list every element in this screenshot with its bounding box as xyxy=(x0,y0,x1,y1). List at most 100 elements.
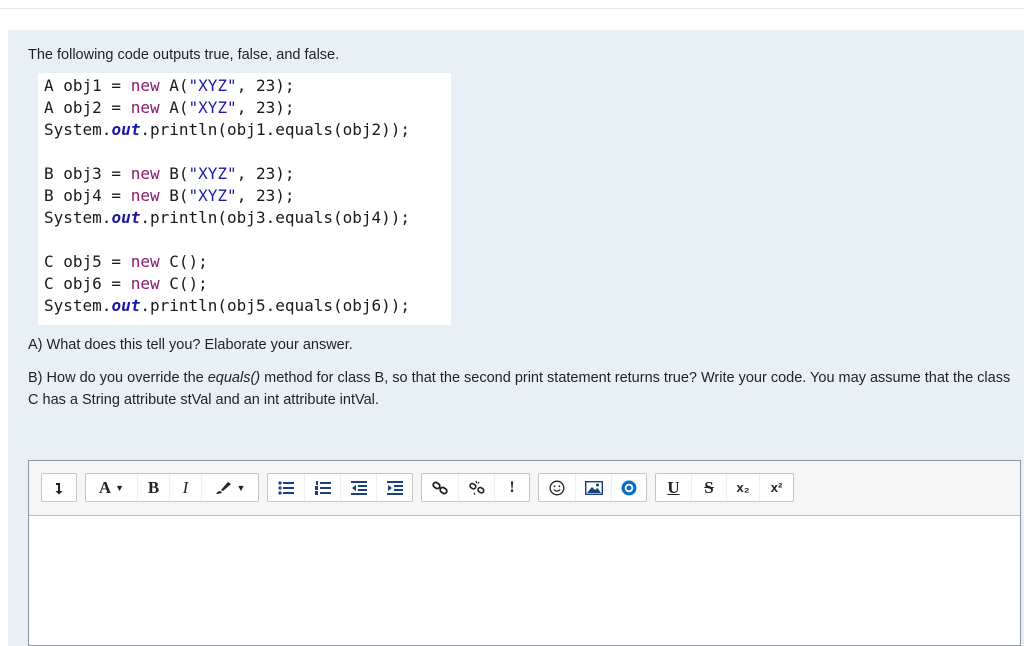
part-b-method: equals() xyxy=(207,370,261,386)
unlink-button[interactable] xyxy=(458,474,494,501)
question-intro: The following code outputs true, false, … xyxy=(28,47,340,63)
code-line: System.out.println(obj1.equals(obj2)); xyxy=(44,119,451,141)
underline-button[interactable]: U xyxy=(656,474,691,501)
bulleted-list-icon xyxy=(278,480,294,495)
code-token: out xyxy=(111,208,141,227)
code-token: C(); xyxy=(159,274,208,293)
code-token: A( xyxy=(159,98,189,117)
code-line: System.out.println(obj5.equals(obj6)); xyxy=(44,295,451,317)
subscript-button[interactable]: x₂ xyxy=(726,474,759,501)
bold-button[interactable]: B xyxy=(137,474,169,501)
no-autolink-button[interactable]: ! xyxy=(494,474,529,501)
editor-toolbar: A ▼ B I ▼ ! U S x₂ x² xyxy=(29,461,1020,516)
superscript-button[interactable]: x² xyxy=(759,474,793,501)
strikethrough-button[interactable]: S xyxy=(691,474,726,501)
superscript-label: x² xyxy=(770,480,783,495)
italic-button[interactable]: I xyxy=(169,474,201,501)
text-color-button[interactable]: A ▼ xyxy=(86,474,137,501)
code-token: , 23); xyxy=(236,98,295,117)
toolbar-group-links: ! xyxy=(421,473,530,502)
code-token: "XYZ" xyxy=(188,98,237,117)
answer-editor: A ▼ B I ▼ ! U S x₂ x² xyxy=(28,460,1021,646)
code-token: A( xyxy=(159,76,189,95)
code-token: , 23); xyxy=(236,76,295,95)
code-token: new xyxy=(130,274,160,293)
question-part-a: A) What does this tell you? Elaborate yo… xyxy=(28,337,353,353)
code-token: System. xyxy=(44,296,112,315)
code-token: System. xyxy=(44,208,112,227)
unordered-list-button[interactable] xyxy=(268,474,304,501)
brush-icon xyxy=(215,481,231,494)
code-line: System.out.println(obj3.equals(obj4)); xyxy=(44,207,451,229)
code-token: , 23); xyxy=(236,186,295,205)
code-token: "XYZ" xyxy=(188,164,237,183)
subscript-label: x₂ xyxy=(736,480,750,495)
code-token: C obj5 = xyxy=(44,252,131,271)
code-token: .println(obj1.equals(obj2)); xyxy=(140,120,411,139)
answer-text-area[interactable] xyxy=(29,516,1020,645)
media-icon xyxy=(621,480,637,495)
code-snippet: A obj1 = new A("XYZ", 23); A obj2 = new A… xyxy=(38,73,451,325)
code-token: B( xyxy=(159,186,189,205)
code-token: A obj2 = xyxy=(44,98,131,117)
toolbar-group-format: A ▼ B I ▼ xyxy=(85,473,259,502)
italic-label: I xyxy=(182,477,189,497)
code-token: A obj1 = xyxy=(44,76,131,95)
bold-label: B xyxy=(147,477,160,497)
toolbar-group-script: U S x₂ x² xyxy=(655,473,794,502)
code-line: C obj5 = new C(); xyxy=(44,251,451,273)
code-line: A obj2 = new A("XYZ", 23); xyxy=(44,97,451,119)
smiley-icon xyxy=(549,480,565,495)
code-token: .println(obj5.equals(obj6)); xyxy=(140,296,411,315)
code-line: C obj6 = new C(); xyxy=(44,273,451,295)
toolbar-group-collapse xyxy=(41,473,77,502)
link-button[interactable] xyxy=(422,474,458,501)
code-token: new xyxy=(130,252,160,271)
underline-label: U xyxy=(667,477,680,497)
toolbar-group-insert xyxy=(538,473,647,502)
code-token: new xyxy=(130,186,160,205)
show-more-buttons[interactable] xyxy=(42,474,76,501)
code-token: "XYZ" xyxy=(188,76,237,95)
toolbar-group-lists xyxy=(267,473,413,502)
ordered-list-button[interactable] xyxy=(304,474,340,501)
code-token: , 23); xyxy=(236,164,295,183)
media-button[interactable] xyxy=(611,474,646,501)
question-part-b: B) How do you override the equals() meth… xyxy=(28,367,1013,411)
text-color-label: A xyxy=(98,477,112,497)
question-panel: The following code outputs true, false, … xyxy=(8,30,1024,646)
caret-down-icon: ▼ xyxy=(236,482,246,493)
code-token: C obj6 = xyxy=(44,274,131,293)
code-line: B obj4 = new B("XYZ", 23); xyxy=(44,185,451,207)
code-token: out xyxy=(111,120,141,139)
outdent-icon xyxy=(350,480,367,495)
code-token: B obj4 = xyxy=(44,186,131,205)
outdent-button[interactable] xyxy=(340,474,376,501)
part-b-before: B) How do you override the xyxy=(28,370,208,386)
code-token: "XYZ" xyxy=(188,186,237,205)
link-icon xyxy=(432,481,448,494)
top-divider xyxy=(0,8,1024,9)
indent-button[interactable] xyxy=(376,474,412,501)
code-token: System. xyxy=(44,120,112,139)
code-token: new xyxy=(130,98,160,117)
arrow-down-icon xyxy=(55,482,63,494)
code-token: .println(obj3.equals(obj4)); xyxy=(140,208,411,227)
emoticon-button[interactable] xyxy=(539,474,575,501)
numbered-list-icon xyxy=(314,480,331,495)
image-icon xyxy=(584,480,603,495)
warning-label: ! xyxy=(509,478,515,496)
code-token: new xyxy=(130,164,160,183)
brush-style-button[interactable]: ▼ xyxy=(201,474,258,501)
image-button[interactable] xyxy=(575,474,611,501)
code-token: B( xyxy=(159,164,189,183)
code-line: A obj1 = new A("XYZ", 23); xyxy=(44,75,451,97)
code-token: B obj3 = xyxy=(44,164,131,183)
caret-down-icon: ▼ xyxy=(115,482,125,493)
unlink-icon xyxy=(468,480,485,495)
indent-icon xyxy=(386,480,403,495)
code-token: out xyxy=(111,296,141,315)
strike-label: S xyxy=(704,477,714,497)
